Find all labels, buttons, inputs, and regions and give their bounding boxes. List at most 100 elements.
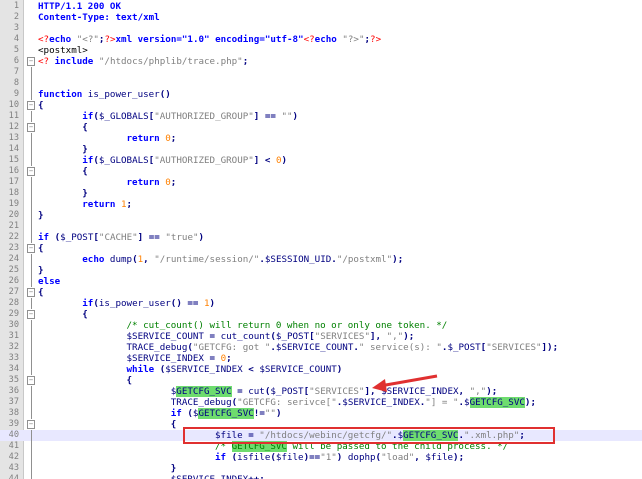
code-line[interactable]: 43 } [0,463,642,474]
line-number: 20 [8,210,19,220]
fold-guide [31,408,32,419]
code-token: " service(s): " [358,342,442,353]
code-token: ) [209,298,216,309]
code-line[interactable]: 19 return 1; [0,199,642,210]
code-line[interactable]: 29− { [0,309,642,320]
code-token: if [38,111,94,122]
code-line[interactable]: 32 TRACE_debug("GETCFG: got ".$SERVICE_C… [0,342,642,353]
code-token: while [38,364,160,375]
code-line[interactable]: 8 [0,78,642,89]
code-token: GETCFG_SVC [198,408,254,419]
code-token: "SERVICES" [486,342,542,353]
fold-toggle-icon[interactable]: − [27,57,35,66]
code-line[interactable]: 14 } [0,144,642,155]
code-token: "1" [320,452,337,463]
code-line[interactable]: 23−{ [0,243,642,254]
code-line[interactable]: 16− { [0,166,642,177]
code-line[interactable]: 31 $SERVICE_COUNT = cut_count($_POST["SE… [0,331,642,342]
code-line[interactable]: 42 if (isfile($file)=="1") dophp("load",… [0,452,642,463]
code-line[interactable]: 7 [0,67,642,78]
code-token: ); [392,254,404,265]
code-line[interactable]: 36 $GETCFG_SVC = cut($_POST["SERVICES"],… [0,386,642,397]
fold-toggle-icon[interactable]: − [27,101,35,110]
code-line[interactable]: 38 if ($GETCFG_SVC!="") [0,408,642,419]
code-token: "] = " [425,397,459,408]
code-token: != [253,408,265,419]
line-number: 5 [13,45,19,55]
code-token: cut [248,386,265,397]
code-token: is_power_user [98,298,171,309]
code-line[interactable]: 10−{ [0,100,642,111]
code-line[interactable]: 28 if(is_power_user() == 1) [0,298,642,309]
code-line[interactable]: 24 echo dump(1, "/runtime/session/".$SES… [0,254,642,265]
code-token: echo [38,254,110,265]
code-token: = [203,353,221,364]
code-text: $GETCFG_SVC = cut($_POST["SERVICES"], $S… [38,386,497,397]
code-line[interactable]: 44 $SERVICE_INDEX++; [0,474,642,479]
code-line[interactable]: 27−{ [0,287,642,298]
code-token: = [231,386,249,397]
code-line[interactable]: 3 [0,23,642,34]
code-line[interactable]: 35− { [0,375,642,386]
code-line[interactable]: 12− { [0,122,642,133]
line-number: 1 [13,1,19,11]
code-text: while ($SERVICE_INDEX < $SERVICE_COUNT) [38,364,343,375]
code-line[interactable]: 18 } [0,188,642,199]
fold-toggle-icon[interactable]: − [27,244,35,253]
code-token: $SERVICE_COUNT [259,364,337,375]
fold-toggle-icon[interactable]: − [27,167,35,176]
code-token: $_POST [270,386,304,397]
code-text: { [38,309,88,320]
code-token: )== [303,452,321,463]
code-line[interactable]: 25} [0,265,642,276]
code-line[interactable]: 37 TRACE_debug("GETCFG: serivce[".$SERVI… [0,397,642,408]
code-token: "CACHE" [98,232,138,243]
code-line[interactable]: 11 if($_GLOBALS["AUTHORIZED_GROUP"] == "… [0,111,642,122]
code-line[interactable]: 22 if ($_POST["CACHE"] == "true") [0,232,642,243]
fold-toggle-icon[interactable]: − [27,288,35,297]
code-line[interactable]: 30 /* cut_count() will return 0 when no … [0,320,642,331]
code-token: ?> [104,34,116,45]
code-token: ; [170,133,177,144]
code-text: if($_GLOBALS["AUTHORIZED_GROUP"] == "") [38,111,298,122]
code-line[interactable]: 21 [0,221,642,232]
code-line[interactable]: 9 function is_power_user() [0,89,642,100]
code-text: <postxml> [38,45,88,56]
code-token: "<?" [76,34,99,45]
code-token: $_POST [275,331,310,342]
code-editor[interactable]: 1 HTTP/1.1 200 OK 2 Content-Type: text/xml 3… [0,0,642,479]
fold-guide [31,155,32,166]
code-text: } [38,144,88,155]
line-number: 14 [8,144,19,154]
code-line[interactable]: 15 if($_GLOBALS["AUTHORIZED_GROUP"] < 0) [0,155,642,166]
fold-toggle-icon[interactable]: − [27,420,35,429]
code-line[interactable]: 5 <postxml> [0,45,642,56]
code-token: { [38,287,44,298]
fold-toggle-icon[interactable]: − [27,376,35,385]
line-number: 44 [8,474,19,479]
code-line[interactable]: 6− <? include "/htdocs/phplib/trace.php"; [0,56,642,67]
code-line[interactable]: 26 else [0,276,642,287]
fold-guide [31,452,32,463]
code-token: () [159,89,171,100]
code-line[interactable]: 33 $SERVICE_INDEX = 0; [0,353,642,364]
code-line[interactable]: 34 while ($SERVICE_INDEX < $SERVICE_COUN… [0,364,642,375]
code-line[interactable]: 17 return 0; [0,177,642,188]
code-text: { [38,243,44,254]
code-line[interactable]: 1 HTTP/1.1 200 OK [0,1,642,12]
code-token: ; [226,353,232,364]
code-token: return [38,177,166,188]
code-line[interactable]: 2 Content-Type: text/xml [0,12,642,23]
code-token: $ [464,397,470,408]
code-token: { [38,375,133,386]
code-line[interactable]: 13 return 0; [0,133,642,144]
code-line[interactable]: 4 <?echo "<?";?>xml version="1.0" encodin… [0,34,642,45]
code-token: ]); [541,342,559,353]
line-number: 12 [8,122,19,132]
code-token: ) [198,232,205,243]
line-number: 25 [8,265,19,275]
fold-toggle-icon[interactable]: − [27,310,35,319]
code-text: { [38,287,44,298]
code-line[interactable]: 20} [0,210,642,221]
fold-toggle-icon[interactable]: − [27,123,35,132]
